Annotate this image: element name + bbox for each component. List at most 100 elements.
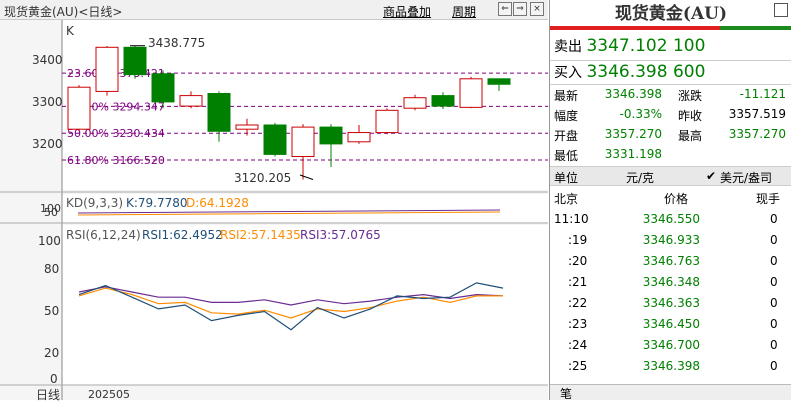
stat-value: -0.33% (619, 107, 662, 121)
sell-label: 卖出 (554, 39, 582, 55)
tick-row: :19 3346.933 0 (550, 233, 791, 253)
candle-body (95, 46, 119, 92)
tick-header-price: 价格 (664, 192, 689, 206)
fib-label: 61.80% 3166.520 (67, 154, 165, 167)
stat-value: 3357.519 (728, 107, 786, 121)
candle-body (291, 126, 315, 157)
period-link[interactable]: 周期 (452, 3, 476, 20)
tick-vol: 0 (770, 254, 778, 268)
tick-row: :22 3346.363 0 (550, 296, 791, 316)
stats-grid: 最新 3346.398 涨跌 -11.121 幅度 -0.33% 昨收 3357… (550, 87, 791, 167)
tick-price: 3346.550 (642, 212, 700, 226)
stat-label: 幅度 (554, 109, 579, 123)
unit-label: 单位 (554, 171, 579, 185)
close-icon[interactable]: × (530, 2, 544, 16)
chart-toolbar: 现货黄金(AU)<日线> 商品叠加 周期 ⇐ ⇒ × (0, 0, 548, 20)
tick-row: :23 3346.450 0 (550, 317, 791, 337)
tick-vol: 0 (770, 338, 778, 352)
tick-row: :20 3346.763 0 (550, 254, 791, 274)
stat-label: 涨跌 (678, 89, 703, 103)
buy-row: 买入 3346.398 600 (554, 62, 705, 82)
stat-value: 3357.270 (728, 127, 786, 141)
next-arrow-icon[interactable]: ⇒ (513, 2, 527, 16)
k-label: K (66, 24, 74, 38)
rsi1-value: RSI1:62.4952 (142, 228, 223, 242)
tick-price: 3346.398 (642, 359, 700, 373)
date-label: 202505 (88, 388, 130, 401)
rsi3-value: RSI3:57.0765 (300, 228, 381, 242)
tick-row: :21 3346.348 0 (550, 275, 791, 295)
tick-price: 3346.348 (642, 275, 700, 289)
tick-price: 3346.363 (642, 296, 700, 310)
candle-body (431, 95, 455, 107)
rsi-tick-80: 80 (44, 262, 60, 276)
tick-vol: 0 (770, 317, 778, 331)
tick-vol: 0 (770, 359, 778, 373)
rsi-tick-20: 20 (44, 346, 60, 360)
stat-label: 最低 (554, 149, 579, 163)
rsi-tick-0: 0 (50, 372, 58, 386)
rsi2-value: RSI2:57.1435 (220, 228, 301, 242)
check-icon: ✔ (706, 169, 717, 183)
candle-body (487, 78, 511, 85)
candle-body (151, 73, 175, 103)
price-tick-3200: 3200 (32, 137, 63, 151)
divider (550, 84, 791, 85)
kd-k-value: K:79.7780 (126, 196, 188, 210)
low-annotation: 3120.205 (234, 171, 292, 185)
expand-icon[interactable] (774, 3, 788, 17)
stat-value: 3346.398 (604, 87, 662, 101)
tick-time: :19 (568, 233, 588, 247)
candle-body (319, 126, 343, 145)
tick-header: 北京 价格 现手 (550, 190, 791, 208)
tick-header-vol: 现手 (756, 192, 781, 206)
tick-row: :24 3346.700 0 (550, 338, 791, 358)
rsi-pane (62, 225, 548, 385)
candle-body (179, 95, 203, 107)
chart-title: 现货黄金(AU)<日线> (4, 5, 123, 19)
tick-time: :25 (568, 359, 588, 373)
stat-value: 3357.270 (604, 127, 662, 141)
sell-bar (550, 26, 720, 30)
prev-arrow-icon[interactable]: ⇐ (498, 2, 512, 16)
candle-body (403, 97, 427, 109)
tick-price: 3346.933 (642, 233, 700, 247)
buy-bar (720, 26, 791, 30)
unit-value[interactable]: 元/克 (626, 169, 654, 186)
tick-time: 11:10 (554, 212, 589, 226)
candle-body (123, 46, 147, 76)
kline-chart[interactable]: 23.60% 3373.42138.20% 3294.34750.00% 323… (0, 20, 548, 400)
tick-time: :21 (568, 275, 588, 289)
tick-row: 11:10 3346.550 0 (550, 212, 791, 232)
period-label[interactable]: 日线 (36, 386, 60, 403)
candle-body (459, 78, 483, 108)
candle-body (375, 109, 399, 134)
divider (550, 60, 791, 61)
rsi-label: RSI(6,12,24) (66, 228, 141, 242)
tick-vol: 0 (770, 233, 778, 247)
tick-header-time: 北京 (554, 192, 579, 206)
stat-label: 开盘 (554, 129, 579, 143)
candle-body (207, 93, 231, 132)
tab-trades[interactable]: 笔 (560, 385, 572, 402)
bottom-tabs: 笔 (550, 384, 791, 402)
unit-option[interactable]: 美元/盎司 (720, 169, 772, 186)
stat-label: 最高 (678, 129, 703, 143)
tick-row: :25 3346.398 0 (550, 359, 791, 379)
kd-d-value: D:64.1928 (186, 196, 249, 210)
tick-list: 11:10 3346.550 0:19 3346.933 0:20 3346.763 0:2… (550, 212, 791, 384)
quote-panel: 现货黄金(AU) 卖出 3347.102 100 买入 3346.398 600… (549, 0, 791, 402)
tick-vol: 0 (770, 296, 778, 310)
overlay-link[interactable]: 商品叠加 (383, 3, 431, 20)
high-annotation: 3438.775 (148, 36, 206, 50)
tick-vol: 0 (770, 212, 778, 226)
stat-label: 昨收 (678, 109, 703, 123)
buy-label: 买入 (554, 65, 582, 81)
unit-bar: 单位 元/克 ✔ 美元/盎司 (550, 166, 791, 186)
chart-area[interactable]: 23.60% 3373.42138.20% 3294.34750.00% 323… (0, 20, 548, 403)
buy-value: 3346.398 600 (586, 62, 706, 82)
tick-time: :24 (568, 338, 588, 352)
tick-time: :20 (568, 254, 588, 268)
tick-time: :23 (568, 317, 588, 331)
tick-price: 3346.450 (642, 317, 700, 331)
